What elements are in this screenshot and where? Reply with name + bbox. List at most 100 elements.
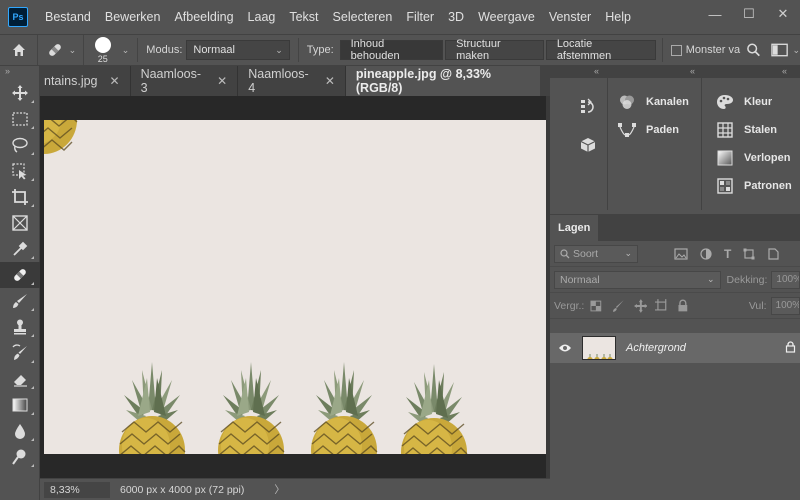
- tab-layers[interactable]: Lagen: [550, 215, 599, 241]
- document-window[interactable]: [40, 96, 550, 478]
- collapse-icon[interactable]: «: [690, 66, 695, 76]
- menu-laag[interactable]: Laag: [241, 10, 283, 24]
- close-icon[interactable]: ✕: [110, 74, 120, 88]
- pixel-filter-icon[interactable]: [674, 247, 688, 260]
- history-brush-tool[interactable]: [0, 340, 40, 366]
- image-canvas[interactable]: [44, 120, 546, 454]
- mode-select[interactable]: Normaal ⌄: [186, 40, 290, 60]
- menu-afbeelding[interactable]: Afbeelding: [167, 10, 240, 24]
- chevron-down-icon: ⌄: [275, 44, 283, 55]
- opacity-label: Dekking:: [726, 273, 768, 286]
- menu-venster[interactable]: Venster: [542, 10, 598, 24]
- tool-preset-picker[interactable]: ⌄: [38, 35, 84, 65]
- tab-naamloos-4[interactable]: Naamloos-4 ✕: [238, 66, 346, 96]
- gradients-panel-button[interactable]: Verlopen: [706, 144, 800, 172]
- sample-all-checkbox[interactable]: [671, 44, 682, 56]
- menu-weergave[interactable]: Weergave: [471, 10, 542, 24]
- document-tabs: ntains.jpg ✕ Naamloos-3 ✕ Naamloos-4 ✕ p…: [40, 66, 568, 96]
- create-texture-button[interactable]: Structuur maken: [445, 38, 544, 62]
- lock-pixels-icon[interactable]: [612, 299, 626, 313]
- marquee-tool[interactable]: [0, 106, 40, 132]
- collapse-icon[interactable]: «: [594, 66, 599, 76]
- brush-icon: [13, 294, 27, 308]
- menu-bewerken[interactable]: Bewerken: [98, 10, 168, 24]
- blend-mode-select[interactable]: Normaal ⌄: [554, 270, 721, 289]
- lasso-tool[interactable]: [0, 132, 40, 158]
- search-icon[interactable]: [746, 42, 761, 58]
- tab-pineapple[interactable]: pineapple.jpg @ 8,33% (RGB/8) ✕: [345, 66, 568, 96]
- menu-help[interactable]: Help: [598, 10, 638, 24]
- history-panel-button[interactable]: [568, 88, 608, 126]
- patterns-icon: [717, 178, 733, 194]
- fill-field[interactable]: 100%: [770, 296, 800, 315]
- lock-position-icon[interactable]: [633, 298, 648, 313]
- close-button[interactable]: ✕: [766, 0, 800, 28]
- home-button[interactable]: [0, 35, 39, 65]
- home-icon: [12, 44, 25, 56]
- move-tool[interactable]: [0, 80, 40, 106]
- swatches-panel-button[interactable]: Stalen: [706, 116, 800, 144]
- layer-row-background[interactable]: Achtergrond: [550, 333, 800, 363]
- gradient-icon: [12, 398, 28, 412]
- chevron-down-icon[interactable]: ⌄: [122, 45, 130, 56]
- pineapples-image: [44, 120, 468, 454]
- expand-toolbar-icon[interactable]: »: [0, 66, 39, 80]
- fill-label: Vul:: [748, 299, 767, 312]
- zoom-field[interactable]: 8,33%: [44, 481, 110, 498]
- menu-bestand[interactable]: Bestand: [38, 10, 98, 24]
- menu-tekst[interactable]: Tekst: [282, 10, 325, 24]
- quick-selection-tool[interactable]: [0, 158, 40, 184]
- close-icon[interactable]: ✕: [217, 74, 227, 88]
- layer-kind-filter[interactable]: Soort ⌄: [554, 244, 638, 263]
- brush-size-picker[interactable]: 25: [84, 35, 122, 65]
- adjustment-filter-icon[interactable]: [700, 247, 712, 260]
- blur-tool[interactable]: [0, 418, 40, 444]
- patterns-panel-button[interactable]: Patronen: [706, 172, 800, 200]
- clone-stamp-tool[interactable]: [0, 314, 40, 340]
- proximity-match-button[interactable]: Locatie afstemmen: [545, 38, 657, 62]
- shape-filter-icon[interactable]: [743, 248, 755, 260]
- channels-panel-button[interactable]: Kanalen: [608, 88, 701, 116]
- 3d-panel-button[interactable]: [568, 126, 608, 164]
- dodge-tool[interactable]: [0, 444, 40, 470]
- opacity-field[interactable]: 100%: [771, 270, 800, 289]
- menu-filter[interactable]: Filter: [399, 10, 441, 24]
- eye-icon: [559, 344, 571, 352]
- chevron-down-icon[interactable]: ⌄: [792, 45, 800, 56]
- healing-brush-tool[interactable]: [0, 262, 40, 288]
- maximize-button[interactable]: ☐: [732, 0, 766, 28]
- minimize-button[interactable]: —: [698, 0, 732, 28]
- eraser-tool[interactable]: [0, 366, 40, 392]
- close-icon[interactable]: ✕: [325, 74, 335, 88]
- brush-tool[interactable]: [0, 288, 40, 314]
- menu-selecteren[interactable]: Selecteren: [326, 10, 400, 24]
- crop-tool[interactable]: [0, 184, 40, 210]
- lock-transparency-icon[interactable]: [590, 300, 602, 312]
- color-panel-button[interactable]: Kleur: [706, 88, 800, 116]
- collapse-icon[interactable]: «: [782, 66, 787, 76]
- smart-object-filter-icon[interactable]: [767, 247, 779, 260]
- chevron-down-icon: ⌄: [624, 248, 632, 258]
- visibility-toggle[interactable]: [554, 343, 576, 353]
- tab-mountains[interactable]: ntains.jpg ✕: [40, 66, 131, 96]
- blend-opacity-row: Normaal ⌄ Dekking: 100%: [550, 267, 800, 293]
- type-filter-icon[interactable]: T: [724, 247, 731, 261]
- menu-bar: Ps Bestand Bewerken Afbeelding Laag Teks…: [0, 0, 800, 34]
- paths-panel-button[interactable]: Paden: [608, 116, 701, 144]
- lock-all-icon[interactable]: [677, 299, 689, 312]
- gradient-tool[interactable]: [0, 392, 40, 418]
- cube-icon: [580, 138, 596, 152]
- eraser-icon: [14, 375, 27, 387]
- tab-naamloos-3[interactable]: Naamloos-3 ✕: [130, 66, 239, 96]
- mode-label: Modus:: [146, 44, 183, 56]
- status-menu-arrow[interactable]: 〉: [274, 482, 285, 497]
- menu-3d[interactable]: 3D: [441, 10, 471, 24]
- lock-label: Vergr.:: [554, 299, 585, 312]
- eyedropper-tool[interactable]: [0, 236, 40, 262]
- channels-label: Kanalen: [646, 96, 689, 108]
- swatches-label: Stalen: [744, 124, 778, 136]
- frame-tool[interactable]: [0, 210, 40, 236]
- content-aware-button[interactable]: Inhoud behouden: [339, 38, 444, 62]
- lock-artboard-icon[interactable]: [655, 298, 669, 313]
- workspace-icon[interactable]: [771, 42, 789, 58]
